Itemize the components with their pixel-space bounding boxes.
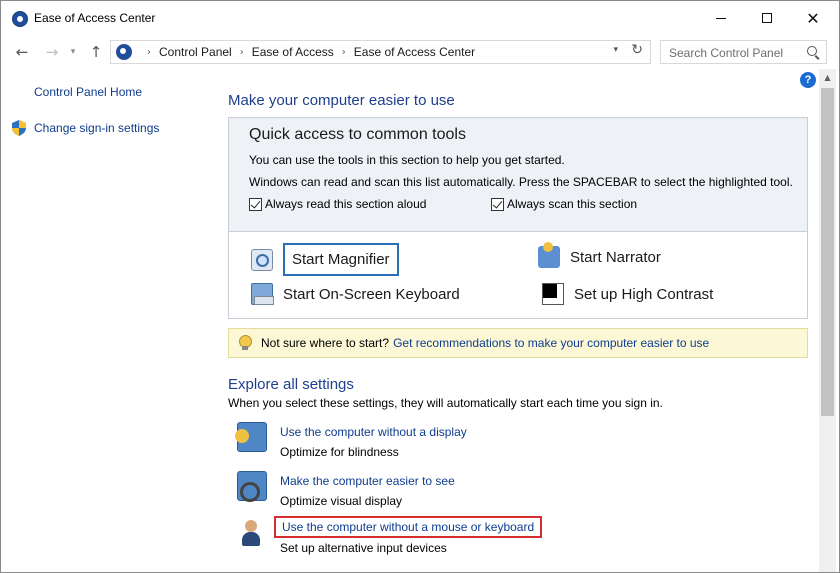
window: Ease of Access Center ✕ ← → ▾ ↑ › Contro… bbox=[0, 0, 840, 573]
recommendations-link[interactable]: Get recommendations to make your compute… bbox=[393, 336, 709, 350]
arrow-left-icon: ← bbox=[15, 43, 29, 61]
quick-access-instructions: Windows can read and scan this list auto… bbox=[249, 175, 793, 189]
start-osk-label: Start On-Screen Keyboard bbox=[283, 285, 460, 303]
window-title: Ease of Access Center bbox=[34, 11, 156, 25]
minimize-button[interactable] bbox=[698, 1, 744, 35]
without-display-link[interactable]: Use the computer without a display bbox=[280, 425, 467, 439]
control-panel-icon bbox=[116, 44, 132, 60]
list-item: Use the computer without a display Optim… bbox=[233, 422, 633, 466]
vertical-scrollbar[interactable]: ▲ bbox=[819, 69, 836, 572]
explore-subtitle: When you select these settings, they wil… bbox=[228, 396, 663, 410]
easier-to-see-link[interactable]: Make the computer easier to see bbox=[280, 474, 455, 488]
scan-checkbox[interactable]: Always scan this section bbox=[491, 197, 637, 211]
list-item: Use the computer without a mouse or keyb… bbox=[233, 516, 633, 562]
magnifier-icon bbox=[251, 248, 273, 271]
high-contrast-label: Set up High Contrast bbox=[574, 285, 714, 303]
up-button[interactable]: ↑ bbox=[85, 41, 107, 63]
breadcrumb: › Control Panel › Ease of Access › Ease … bbox=[139, 45, 475, 59]
search-input[interactable]: Search Control Panel bbox=[660, 40, 827, 64]
quick-access-panel: Quick access to common tools You can use… bbox=[228, 117, 808, 319]
magnifier-display-icon bbox=[237, 471, 267, 502]
high-contrast-button[interactable]: Set up High Contrast bbox=[542, 283, 713, 305]
shield-icon bbox=[12, 120, 26, 136]
tip-question: Not sure where to start? bbox=[261, 336, 390, 350]
without-mouse-keyboard-subtitle: Set up alternative input devices bbox=[280, 541, 447, 555]
title-bar: Ease of Access Center ✕ bbox=[1, 1, 839, 35]
recommendation-tip: Not sure where to start? Get recommendat… bbox=[228, 328, 808, 358]
checkbox-checked-icon[interactable] bbox=[249, 197, 262, 211]
search-placeholder: Search Control Panel bbox=[669, 46, 784, 60]
recent-locations-button[interactable]: ▾ bbox=[67, 41, 79, 63]
person-icon bbox=[237, 518, 267, 548]
navigation-bar: ← → ▾ ↑ › Control Panel › Ease of Access… bbox=[1, 35, 839, 69]
chevron-right-icon[interactable]: › bbox=[240, 47, 244, 58]
scroll-up-icon[interactable]: ▲ bbox=[819, 69, 836, 86]
easier-to-see-subtitle: Optimize visual display bbox=[280, 494, 403, 508]
maximize-icon bbox=[762, 13, 772, 23]
start-narrator-label: Start Narrator bbox=[570, 248, 661, 266]
display-narrator-icon bbox=[235, 422, 267, 452]
ease-of-access-icon bbox=[12, 11, 28, 27]
minimize-icon bbox=[716, 17, 726, 19]
search-icon[interactable] bbox=[807, 46, 817, 56]
arrow-up-icon: ↑ bbox=[89, 43, 103, 61]
keyboard-icon bbox=[251, 283, 274, 305]
read-aloud-checkbox[interactable]: Always read this section aloud bbox=[249, 197, 426, 211]
breadcrumb-ease-of-access[interactable]: Ease of Access bbox=[252, 45, 334, 59]
scrollbar-thumb[interactable] bbox=[821, 88, 834, 416]
start-magnifier-label: Start Magnifier bbox=[283, 243, 399, 276]
forward-button[interactable]: → bbox=[41, 41, 63, 63]
chevron-right-icon[interactable]: › bbox=[342, 47, 346, 58]
quick-access-title: Quick access to common tools bbox=[249, 126, 466, 143]
close-icon: ✕ bbox=[806, 8, 820, 28]
address-dropdown-icon[interactable]: ▾ bbox=[613, 45, 618, 55]
explore-heading: Explore all settings bbox=[228, 376, 354, 393]
chevron-down-icon: ▾ bbox=[70, 47, 76, 57]
without-mouse-keyboard-link[interactable]: Use the computer without a mouse or keyb… bbox=[274, 516, 543, 538]
help-icon[interactable]: ? bbox=[800, 72, 816, 88]
high-contrast-icon bbox=[542, 283, 564, 305]
sidebar: Control Panel Home Change sign-in settin… bbox=[1, 69, 221, 572]
checkbox-checked-icon[interactable] bbox=[491, 197, 504, 211]
narrator-icon bbox=[538, 242, 560, 268]
chevron-right-icon: › bbox=[147, 46, 151, 58]
quick-access-header: Quick access to common tools You can use… bbox=[229, 118, 807, 232]
list-item: Make the computer easier to see Optimize… bbox=[233, 471, 633, 515]
read-aloud-label: Always read this section aloud bbox=[265, 197, 427, 211]
maximize-button[interactable] bbox=[744, 1, 790, 35]
breadcrumb-ease-of-access-center[interactable]: Ease of Access Center bbox=[354, 45, 475, 59]
address-bar[interactable]: › Control Panel › Ease of Access › Ease … bbox=[110, 40, 651, 64]
lightbulb-icon bbox=[239, 335, 252, 351]
without-display-subtitle: Optimize for blindness bbox=[280, 445, 399, 459]
start-magnifier-button[interactable]: Start Magnifier bbox=[251, 243, 399, 276]
scan-label: Always scan this section bbox=[507, 197, 638, 211]
arrow-right-icon: → bbox=[45, 43, 59, 61]
quick-access-description: You can use the tools in this section to… bbox=[249, 153, 565, 167]
start-on-screen-keyboard-button[interactable]: Start On-Screen Keyboard bbox=[251, 283, 460, 305]
close-button[interactable]: ✕ bbox=[790, 1, 836, 35]
page-title: Make your computer easier to use bbox=[228, 92, 455, 109]
refresh-icon[interactable]: ↻ bbox=[631, 42, 643, 58]
breadcrumb-control-panel[interactable]: Control Panel bbox=[159, 45, 232, 59]
sidebar-link-control-panel-home[interactable]: Control Panel Home bbox=[34, 85, 142, 99]
start-narrator-button[interactable]: Start Narrator bbox=[538, 242, 661, 268]
back-button[interactable]: ← bbox=[11, 41, 33, 63]
sidebar-link-change-sign-in[interactable]: Change sign-in settings bbox=[34, 121, 159, 135]
